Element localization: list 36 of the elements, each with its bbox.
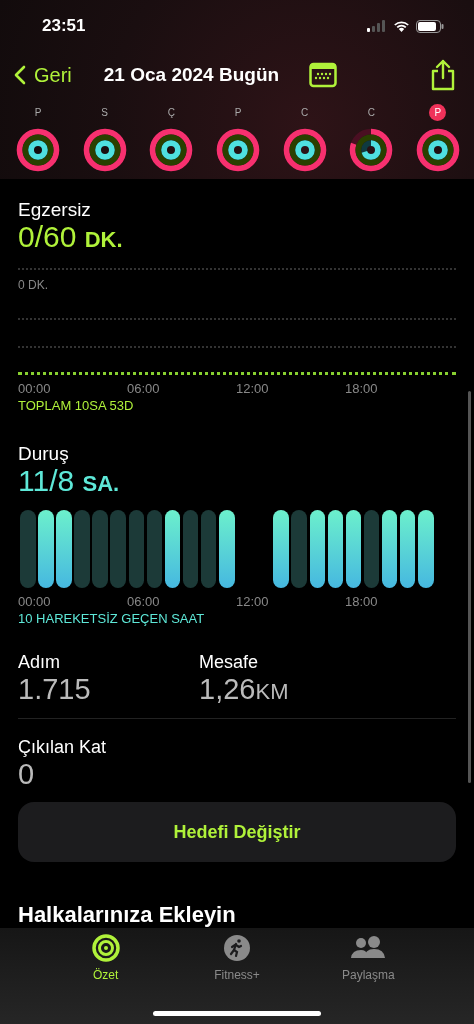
back-button[interactable]: Geri [14, 63, 72, 87]
axis-label: 0 DK. [18, 278, 49, 292]
idle-hours-label: 10 HAREKETSİZ GEÇEN SAAT [18, 611, 206, 626]
stat-value: 1,26KM [199, 673, 290, 707]
time-label: 18:00 [345, 594, 379, 609]
time-label: 00:00 [18, 381, 52, 396]
stand-value: 11/8 SA. [18, 465, 121, 499]
status-time: 23:51 [42, 16, 86, 36]
stat-label: Çıkılan Kat [18, 737, 108, 758]
day-label[interactable]: Ç [162, 104, 180, 121]
time-label: 18:00 [345, 381, 379, 396]
time-label: 06:00 [127, 594, 161, 609]
section-heading: Halkalarınıza Ekleyin [18, 902, 237, 928]
total-label: TOPLAM 10SA 53D [18, 398, 135, 413]
day-label[interactable]: P [429, 104, 447, 121]
stat-value: 1.715 [18, 673, 92, 705]
stat-value: 0 [18, 758, 36, 790]
change-goal-button[interactable]: Hedefi Değiştir [18, 802, 456, 862]
tab[interactable]: Özet [60, 934, 151, 982]
time-label: 12:00 [236, 594, 270, 609]
tab[interactable]: Paylaşma [323, 934, 414, 982]
day-label[interactable]: C [362, 104, 380, 121]
stat-label: Adım [18, 652, 61, 673]
date-title: 21 Oca 2024 Bugün [103, 64, 280, 86]
day-label[interactable]: S [96, 104, 114, 121]
exercise-value: 0/60 DK. [18, 221, 124, 255]
time-label: 06:00 [127, 381, 161, 396]
day-label[interactable]: P [229, 104, 247, 121]
stat-label: Mesafe [199, 652, 260, 673]
section-label: Duruş [18, 443, 70, 465]
day-label[interactable]: C [296, 104, 314, 121]
section-label: Egzersiz [18, 199, 92, 221]
time-label: 00:00 [18, 594, 52, 609]
day-label[interactable]: P [29, 104, 47, 121]
tab[interactable]: Fitness+ [192, 934, 282, 982]
time-label: 12:00 [236, 381, 270, 396]
